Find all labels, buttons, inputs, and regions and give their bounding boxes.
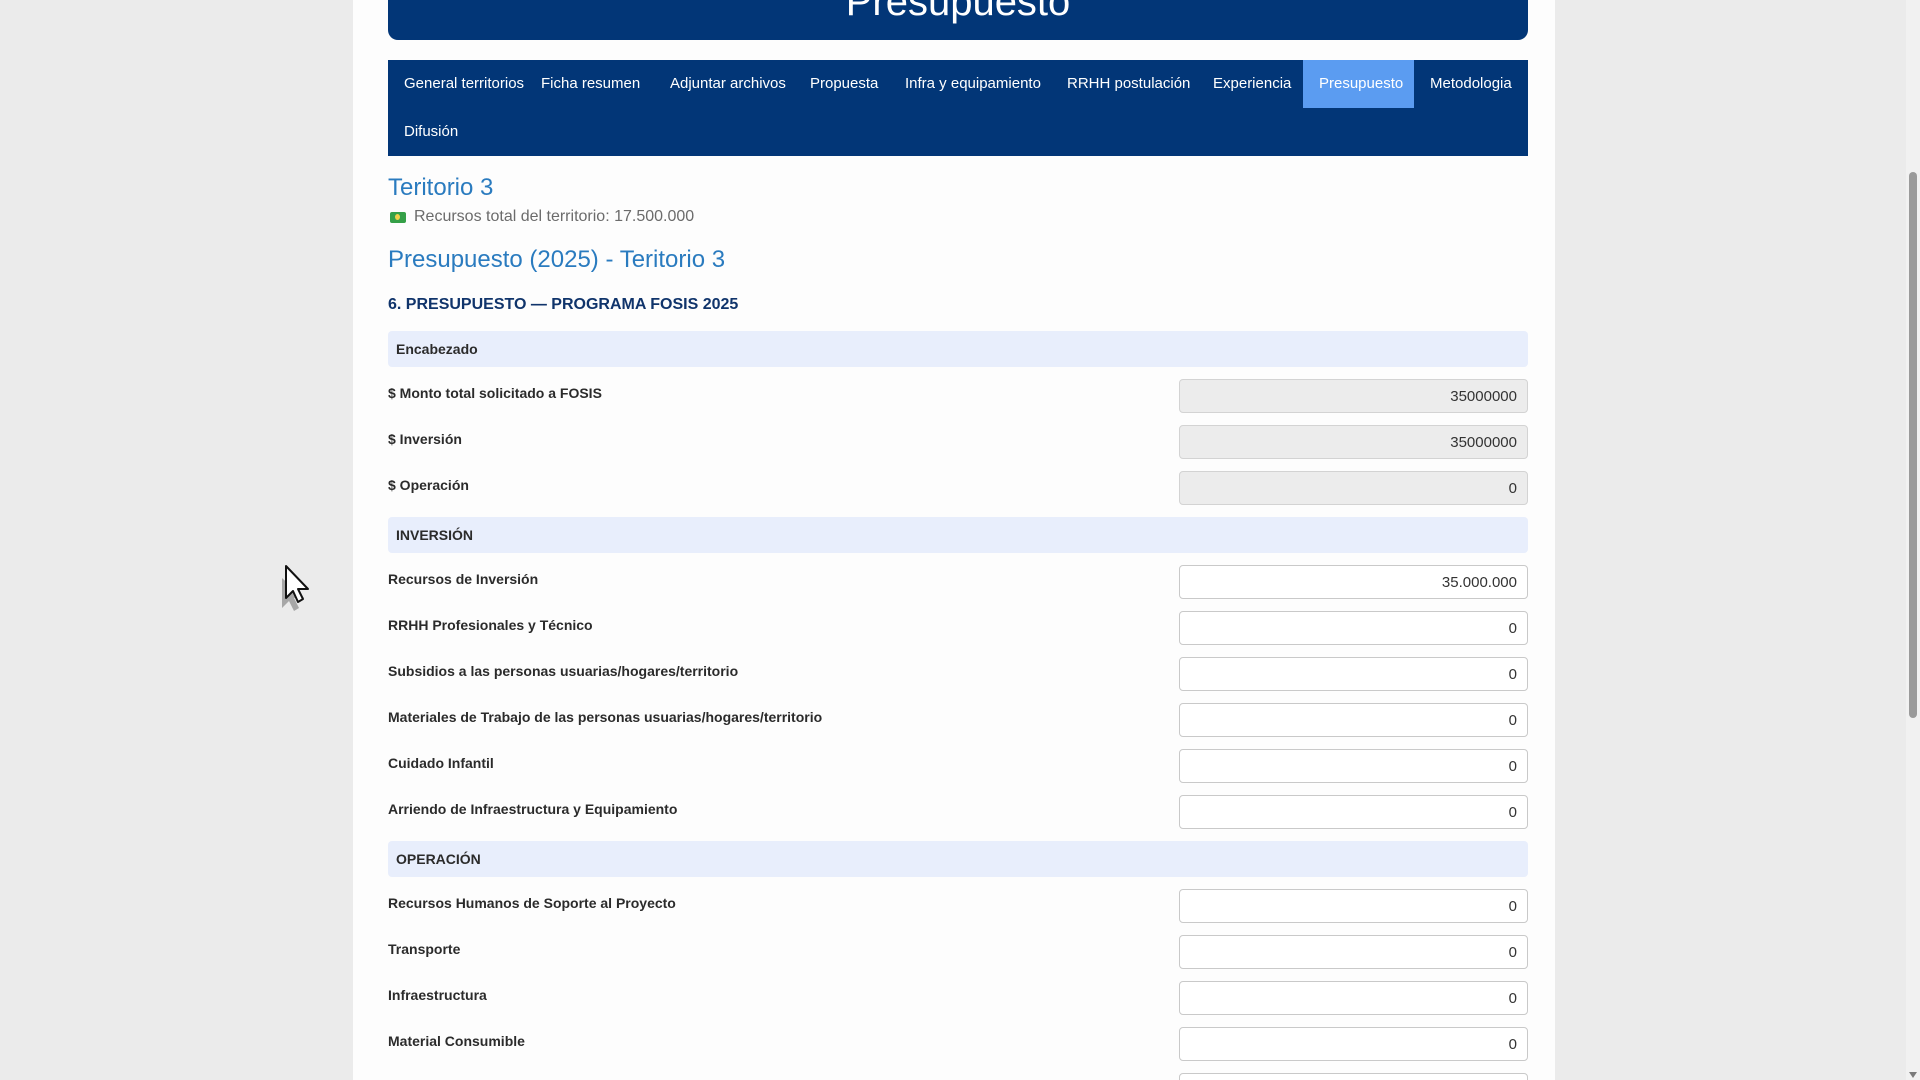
mouse-cursor-icon <box>282 565 309 611</box>
tab-ficha-resumen[interactable]: Ficha resumen <box>525 60 656 108</box>
tab-metodologia[interactable]: Metodologia <box>1414 60 1528 108</box>
rrhh-soporte-label: Recursos Humanos de Soporte al Proyecto <box>388 895 676 911</box>
subsidios-field[interactable] <box>1179 657 1528 691</box>
header-banner: Presupuesto <box>388 0 1528 40</box>
next-field-partial[interactable] <box>1179 1073 1528 1080</box>
encabezado-band: Encabezado <box>388 331 1528 367</box>
tab-propuesta[interactable]: Propuesta <box>794 60 894 108</box>
territorio-resources: Recursos total del territorio: 17.500.00… <box>390 208 694 226</box>
monto-total-field[interactable] <box>1179 379 1528 413</box>
page-title: Presupuesto <box>845 0 1071 24</box>
recursos-inversion-label: Recursos de Inversión <box>388 571 539 587</box>
tab-nav: General territorios Ficha resumen Adjunt… <box>388 60 1528 156</box>
scrollbar-thumb[interactable] <box>1909 172 1917 718</box>
section-heading: 6. PRESUPUESTO — PROGRAMA FOSIS 2025 <box>388 296 739 313</box>
money-icon <box>390 211 406 223</box>
tab-infra-equipamiento[interactable]: Infra y equipamiento <box>889 60 1057 108</box>
page: Presupuesto General territorios Ficha re… <box>353 0 1555 1080</box>
infraestructura-field[interactable] <box>1179 981 1528 1015</box>
materiales-trabajo-label: Materiales de Trabajo de las personas us… <box>388 709 823 725</box>
tab-experiencia[interactable]: Experiencia <box>1197 60 1307 108</box>
arriendo-infraestructura-field[interactable] <box>1179 795 1528 829</box>
inversion-total-label: $ Inversión <box>388 431 462 447</box>
material-consumible-field[interactable] <box>1179 1027 1528 1061</box>
transporte-field[interactable] <box>1179 935 1528 969</box>
infraestructura-label: Infraestructura <box>388 987 487 1003</box>
tab-adjuntar-archivos[interactable]: Adjuntar archivos <box>654 60 802 108</box>
rrhh-soporte-field[interactable] <box>1179 889 1528 923</box>
cuidado-infantil-field[interactable] <box>1179 749 1528 783</box>
rrhh-profesionales-field[interactable] <box>1179 611 1528 645</box>
presupuesto-title: Presupuesto (2025) - Teritorio 3 <box>388 246 726 273</box>
operacion-band: OPERACIÓN <box>388 841 1528 877</box>
inversion-total-field[interactable] <box>1179 425 1528 459</box>
scroll-down-arrow-icon[interactable] <box>1909 1072 1917 1078</box>
materiales-trabajo-field[interactable] <box>1179 703 1528 737</box>
territorio-title: Teritorio 3 <box>388 174 494 201</box>
inversion-band: INVERSIÓN <box>388 517 1528 553</box>
recursos-inversion-field[interactable] <box>1179 565 1528 599</box>
vertical-scrollbar[interactable] <box>1906 0 1920 1080</box>
tab-general-territorios[interactable]: General territorios <box>388 60 540 108</box>
subsidios-label: Subsidios a las personas usuarias/hogare… <box>388 663 739 679</box>
operacion-total-field[interactable] <box>1179 471 1528 505</box>
monto-total-label: $ Monto total solicitado a FOSIS <box>388 385 602 401</box>
tab-difusion[interactable]: Difusión <box>388 108 474 156</box>
rrhh-profesionales-label: RRHH Profesionales y Técnico <box>388 617 593 633</box>
material-consumible-label: Material Consumible <box>388 1033 525 1049</box>
territorio-resources-text: Recursos total del territorio: 17.500.00… <box>414 208 695 225</box>
operacion-total-label: $ Operación <box>388 477 469 493</box>
cuidado-infantil-label: Cuidado Infantil <box>388 755 494 771</box>
arriendo-infraestructura-label: Arriendo de Infraestructura y Equipamien… <box>388 801 678 817</box>
transporte-label: Transporte <box>388 941 461 957</box>
tab-presupuesto[interactable]: Presupuesto <box>1303 60 1414 108</box>
tab-rrhh-postulacion[interactable]: RRHH postulación <box>1051 60 1206 108</box>
